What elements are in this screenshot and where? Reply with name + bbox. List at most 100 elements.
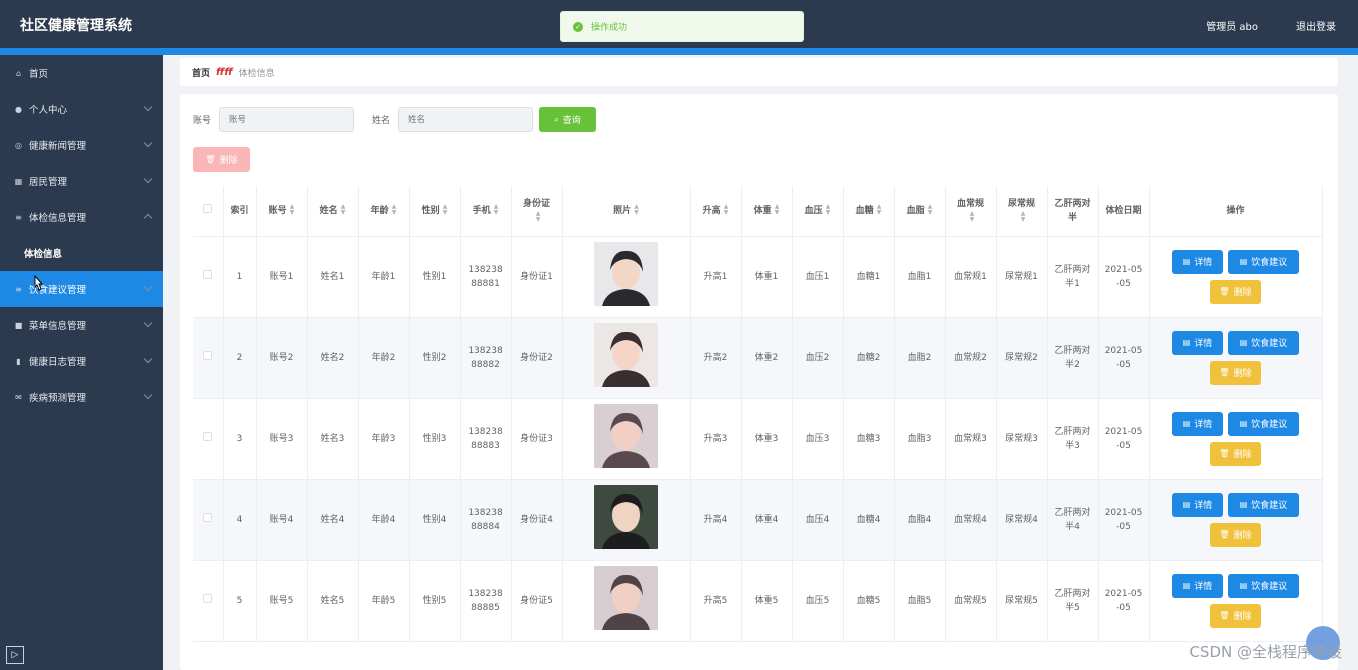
sidebar-item-disease-prediction[interactable]: ✉ 疾病预测管理	[0, 379, 163, 415]
chevron-down-icon	[143, 174, 153, 184]
cell-age: 年龄3	[358, 398, 410, 480]
account-search-input[interactable]	[219, 107, 355, 132]
diet-advice-button[interactable]: ▤ 饮食建议	[1228, 249, 1299, 274]
query-button[interactable]: ⌕ 查询	[539, 107, 597, 132]
row-checkbox[interactable]	[203, 269, 213, 279]
cell-phone: 13823888882	[460, 317, 512, 399]
col-header[interactable]: 姓名 ▲ ▼	[307, 186, 359, 237]
sidebar-item-health-log[interactable]: ▮ 健康日志管理	[0, 343, 163, 379]
sidebar-item-personal-center[interactable]: ● 个人中心	[0, 91, 163, 127]
col-header[interactable]: 升高 ▲ ▼	[690, 186, 742, 237]
row-delete-button[interactable]: 🗑 删除	[1210, 522, 1261, 547]
name-search-input[interactable]	[398, 107, 534, 132]
col-header[interactable]: 血常规 ▲ ▼	[945, 186, 997, 237]
sort-icon[interactable]: ▲ ▼	[341, 204, 346, 216]
trash-icon: 🗑	[1219, 611, 1230, 620]
col-header[interactable]: 尿常规 ▲ ▼	[996, 186, 1048, 237]
resident-photo	[594, 404, 658, 468]
detail-button[interactable]: ▤ 详情	[1172, 249, 1223, 274]
chart-icon: ▮	[16, 356, 21, 366]
sort-icon[interactable]: ▲ ▼	[392, 204, 397, 216]
table-row: 3 账号3 姓名3 年龄3 性别3 13823888883 身份证3 升高3 体重3 血压3 血糖…	[193, 398, 1323, 480]
bulk-delete-button[interactable]: 🗑 删除	[193, 147, 250, 172]
sort-icon[interactable]: ▲ ▼	[928, 204, 933, 216]
cell-hb: 乙肝两对半3	[1047, 398, 1099, 480]
cell-h: 升高2	[690, 317, 742, 399]
col-header[interactable]: 照片 ▲ ▼	[562, 186, 691, 237]
sidebar-item-exam-management[interactable]: ≡ 体检信息管理	[0, 199, 163, 235]
diet-advice-button[interactable]: ▤ 饮食建议	[1228, 573, 1299, 598]
diet-advice-button[interactable]: ▤ 饮食建议	[1228, 492, 1299, 517]
sidebar-item-home[interactable]: ⌂ 首页	[0, 55, 163, 91]
detail-button[interactable]: ▤ 详情	[1172, 330, 1223, 355]
row-select-cell[interactable]	[193, 317, 224, 399]
col-header-label: 血常规	[956, 198, 984, 209]
col-header[interactable]: 性别 ▲ ▼	[409, 186, 461, 237]
row-checkbox[interactable]	[203, 431, 213, 441]
cell-h: 升高4	[690, 479, 742, 561]
cell-date: 2021-05-05	[1098, 317, 1150, 399]
sort-icon[interactable]: ▲ ▼	[724, 204, 729, 216]
sidebar-item-label: 健康新闻管理	[29, 141, 87, 152]
sort-icon[interactable]: ▲ ▼	[494, 204, 499, 216]
sort-icon[interactable]: ▲ ▼	[826, 204, 831, 216]
diet-advice-button[interactable]: ▤ 饮食建议	[1228, 330, 1299, 355]
breadcrumb-home[interactable]: 首页	[192, 66, 210, 79]
detail-button[interactable]: ▤ 详情	[1172, 492, 1223, 517]
row-delete-button[interactable]: 🗑 删除	[1210, 603, 1261, 628]
select-all-cell[interactable]	[193, 186, 224, 237]
sidebar-subitem-exam-info[interactable]: 体检信息	[0, 235, 163, 271]
cell-h: 升高1	[690, 236, 742, 318]
sidebar-item-menu-info[interactable]: ■ 菜单信息管理	[0, 307, 163, 343]
col-header[interactable]: 身份证 ▲ ▼	[511, 186, 563, 237]
logout-link[interactable]: 退出登录	[1296, 18, 1336, 33]
sidebar-item-residents[interactable]: ▦ 居民管理	[0, 163, 163, 199]
row-checkbox[interactable]	[203, 350, 213, 360]
sort-icon[interactable]: ▲ ▼	[775, 204, 780, 216]
row-select-cell[interactable]	[193, 236, 224, 318]
sort-icon[interactable]: ▲ ▼	[536, 211, 541, 223]
col-header[interactable]: 体重 ▲ ▼	[741, 186, 793, 237]
sort-icon[interactable]: ▲ ▼	[1021, 211, 1026, 223]
cell-index: 2	[223, 317, 257, 399]
cell-photo	[562, 236, 691, 318]
col-header[interactable]: 血压 ▲ ▼	[792, 186, 844, 237]
row-checkbox[interactable]	[203, 512, 213, 522]
select-all-checkbox[interactable]	[203, 203, 213, 213]
col-header-label: 账号	[268, 205, 287, 216]
chevron-down-icon	[143, 102, 153, 112]
chevron-down-icon	[143, 354, 153, 364]
exam-info-table: 索引 账号 ▲ ▼ 姓名 ▲ ▼ 年龄 ▲ ▼ 性别 ▲ ▼ 手机 ▲ ▼ 身份证 ▲ ▼ 照片 ▲ ▼ 升…	[193, 186, 1323, 642]
row-checkbox[interactable]	[203, 593, 213, 603]
col-header[interactable]: 账号 ▲ ▼	[256, 186, 308, 237]
sidebar-item-diet-advice[interactable]: ≡ 饮食建议管理	[0, 271, 163, 307]
row-select-cell[interactable]	[193, 398, 224, 480]
cell-hb: 乙肝两对半2	[1047, 317, 1099, 399]
col-header-label: 尿常规	[1007, 198, 1035, 209]
row-select-cell[interactable]	[193, 560, 224, 642]
sidebar-item-health-news[interactable]: ◎ 健康新闻管理	[0, 127, 163, 163]
mouse-cursor-icon	[34, 275, 44, 291]
col-header[interactable]: 血脂 ▲ ▼	[894, 186, 946, 237]
col-header[interactable]: 年龄 ▲ ▼	[358, 186, 410, 237]
detail-button[interactable]: ▤ 详情	[1172, 573, 1223, 598]
sort-icon[interactable]: ▲ ▼	[877, 204, 882, 216]
diet-advice-button[interactable]: ▤ 饮食建议	[1228, 411, 1299, 436]
row-select-cell[interactable]	[193, 479, 224, 561]
cell-h: 升高3	[690, 398, 742, 480]
sort-icon[interactable]: ▲ ▼	[290, 204, 295, 216]
row-delete-button[interactable]: 🗑 删除	[1210, 441, 1261, 466]
collapse-sidebar-button[interactable]: ▷	[6, 646, 24, 664]
row-delete-button[interactable]: 🗑 删除	[1210, 279, 1261, 304]
sort-icon[interactable]: ▲ ▼	[634, 204, 639, 216]
sort-icon[interactable]: ▲ ▼	[970, 211, 975, 223]
cell-actions: ▤ 详情 ▤ 饮食建议 🗑 删除	[1149, 398, 1323, 480]
col-header[interactable]: 血糖 ▲ ▼	[843, 186, 895, 237]
cell-rt: 血常规2	[945, 317, 997, 399]
row-delete-button[interactable]: 🗑 删除	[1210, 360, 1261, 385]
resident-photo	[594, 323, 658, 387]
detail-button[interactable]: ▤ 详情	[1172, 411, 1223, 436]
col-header[interactable]: 手机 ▲ ▼	[460, 186, 512, 237]
sort-icon[interactable]: ▲ ▼	[443, 204, 448, 216]
diet-advice-button-label: 饮食建议	[1251, 501, 1288, 511]
